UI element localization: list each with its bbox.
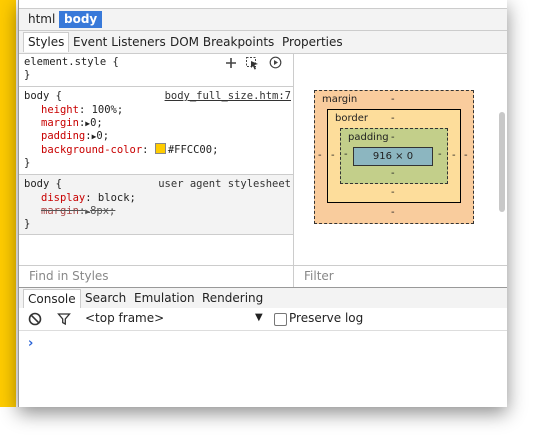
- property-value: 100%;: [91, 104, 124, 116]
- rule-body-user-agent: body { user agent stylesheet display: bl…: [19, 175, 293, 235]
- filter-icon[interactable]: [57, 312, 71, 326]
- chevron-down-icon[interactable]: ▼: [255, 312, 263, 323]
- preserve-log-label: Preserve log: [289, 311, 364, 325]
- box-model-content[interactable]: 916 × 0: [353, 147, 433, 166]
- filter-input[interactable]: Filter: [304, 269, 334, 283]
- page-background-strip: [0, 0, 16, 407]
- property-name: height: [41, 104, 79, 116]
- margin-bottom-value: -: [391, 207, 395, 218]
- breadcrumb: html body: [19, 0, 507, 31]
- property-padding[interactable]: padding:▶0;: [41, 130, 109, 142]
- property-name: padding: [41, 130, 86, 142]
- property-name: margin: [41, 205, 79, 217]
- clear-console-icon[interactable]: [28, 312, 42, 326]
- border-top-value: -: [391, 113, 395, 124]
- rule-element-style: element.style { }: [19, 54, 293, 87]
- tab-console[interactable]: Console: [23, 289, 81, 308]
- property-value: 0;: [90, 117, 103, 129]
- rule-body-author: body { body_full_size.htm:7 height: 100%…: [19, 87, 293, 175]
- styles-pane: element.style { } body { body_full_size.…: [19, 54, 293, 265]
- toolbar-strip: [19, 0, 507, 9]
- property-value: 8px;: [90, 205, 116, 217]
- tab-rendering[interactable]: Rendering: [198, 289, 267, 307]
- tab-search[interactable]: Search: [81, 289, 130, 307]
- metrics-scrollbar[interactable]: [499, 112, 505, 212]
- tab-properties[interactable]: Properties: [278, 33, 347, 52]
- padding-left-value: -: [344, 149, 348, 160]
- margin-top-value: -: [391, 94, 395, 105]
- property-display: display: block;: [41, 192, 136, 204]
- rule-selector: body {: [24, 178, 62, 190]
- console-prompt-icon[interactable]: ›: [28, 336, 33, 351]
- property-background-color[interactable]: background-color: #FFCC00;: [41, 143, 218, 156]
- property-value: 0;: [96, 130, 110, 142]
- rule-close: }: [24, 157, 31, 169]
- property-value: block;: [97, 192, 136, 204]
- rule-source-link[interactable]: body_full_size.htm:7: [165, 90, 291, 102]
- breadcrumb-body[interactable]: body: [59, 11, 103, 28]
- new-style-rule-icon[interactable]: [225, 57, 237, 69]
- toggle-element-state-icon[interactable]: [245, 56, 259, 70]
- console-output: ›: [19, 331, 507, 407]
- margin-left-value: -: [318, 150, 322, 161]
- drawer-tabs: Console Search Emulation Rendering: [19, 287, 507, 309]
- tab-styles[interactable]: Styles: [23, 32, 70, 52]
- frame-select[interactable]: <top frame>: [85, 311, 164, 325]
- box-model-margin[interactable]: margin - - - - border - - - - padding - …: [314, 90, 474, 224]
- property-name: margin: [41, 117, 79, 129]
- property-height[interactable]: height: 100%;: [41, 104, 123, 116]
- padding-label: padding: [348, 132, 389, 143]
- sidebar-tabs: Styles Event Listeners DOM Breakpoints P…: [19, 31, 507, 54]
- property-name: display: [41, 192, 86, 204]
- margin-label: margin: [322, 94, 358, 105]
- filter-bar: Filter: [294, 265, 507, 288]
- color-swatch[interactable]: [154, 143, 166, 154]
- preserve-log-checkbox[interactable]: [274, 313, 287, 326]
- box-model-padding[interactable]: padding - - - - 916 × 0: [340, 128, 448, 184]
- rule-source-label: user agent stylesheet: [158, 178, 291, 190]
- padding-bottom-value: -: [391, 168, 395, 179]
- rule-close: }: [24, 218, 31, 230]
- find-in-styles-bar: Find in Styles: [19, 265, 293, 288]
- property-value: #FFCC00;: [167, 144, 219, 156]
- border-right-value: -: [452, 150, 456, 161]
- border-bottom-value: -: [391, 187, 395, 198]
- rule-close: }: [24, 69, 31, 81]
- breadcrumb-html[interactable]: html: [23, 11, 60, 28]
- margin-right-value: -: [464, 150, 468, 161]
- box-model-pane: margin - - - - border - - - - padding - …: [294, 54, 507, 262]
- padding-right-value: -: [438, 149, 442, 160]
- property-margin-overridden: margin:▶8px;: [41, 205, 116, 217]
- border-left-value: -: [331, 150, 335, 161]
- color-format-icon[interactable]: [269, 56, 282, 69]
- find-in-styles-input[interactable]: Find in Styles: [29, 269, 109, 283]
- rule-selector[interactable]: element.style {: [24, 56, 119, 68]
- property-margin[interactable]: margin:▶0;: [41, 117, 103, 129]
- tab-emulation[interactable]: Emulation: [130, 289, 199, 307]
- tab-dom-breakpoints[interactable]: DOM Breakpoints: [166, 33, 278, 52]
- rule-selector[interactable]: body {: [24, 90, 62, 102]
- devtools-window: html body Styles Event Listeners DOM Bre…: [18, 0, 507, 407]
- console-toolbar: <top frame> ▼ Preserve log: [19, 308, 507, 331]
- property-name: background-color: [41, 144, 143, 156]
- padding-top-value: -: [391, 132, 395, 143]
- tab-event-listeners[interactable]: Event Listeners: [69, 33, 170, 52]
- border-label: border: [335, 113, 369, 124]
- box-model-border[interactable]: border - - - - padding - - - - 916 × 0: [327, 109, 461, 203]
